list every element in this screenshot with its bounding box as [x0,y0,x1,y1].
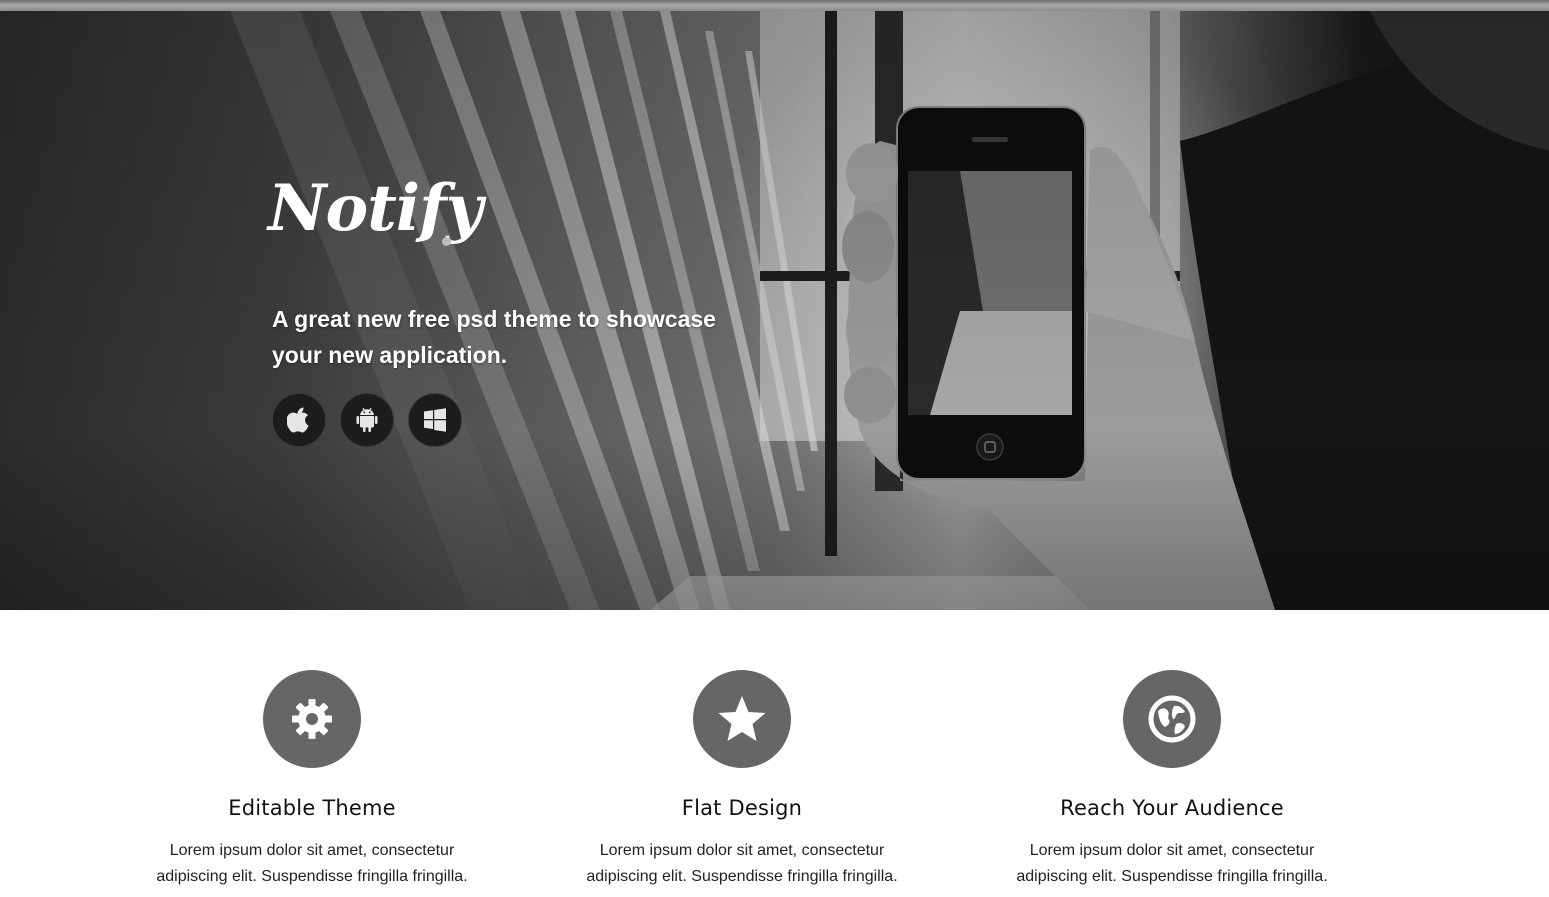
feature-flat-design: Flat Design Lorem ipsum dolor sit amet, … [562,610,922,890]
tagline-line-1: A great new free psd theme to showcase [272,306,716,332]
feature-description: Lorem ipsum dolor sit amet, consectetur … [586,842,898,885]
globe-icon [1148,695,1196,743]
hero-tagline: A great new free psd theme to showcase y… [272,301,772,373]
brand-logo[interactable]: Notify [268,177,483,241]
feature-description: Lorem ipsum dolor sit amet, consectetur … [1016,842,1328,885]
feature-icon-circle [263,670,361,768]
feature-editable-theme: Editable Theme Lorem ipsum dolor sit ame… [132,610,492,890]
windows-icon [424,408,446,432]
hero-section: Notify A great new free psd theme to sho… [0,11,1549,610]
logo-dot [442,237,451,246]
features-section: Editable Theme Lorem ipsum dolor sit ame… [0,610,1549,897]
app-store-buttons [272,393,462,447]
hero-background-photo [0,11,1549,610]
star-icon [718,696,766,741]
feature-icon-circle [693,670,791,768]
feature-title: Reach Your Audience [1060,796,1284,820]
apple-icon [287,407,309,433]
android-icon [356,407,378,432]
top-bar [0,0,1549,11]
feature-title: Editable Theme [228,796,396,820]
tagline-line-2: your new application. [272,342,508,368]
gear-icon [292,699,332,739]
feature-description: Lorem ipsum dolor sit amet, consectetur … [156,842,468,885]
apple-store-button[interactable] [272,393,326,447]
feature-icon-circle [1123,670,1221,768]
windows-store-button[interactable] [408,393,462,447]
android-store-button[interactable] [340,393,394,447]
feature-title: Flat Design [681,796,803,820]
feature-reach-audience: Reach Your Audience Lorem ipsum dolor si… [992,610,1352,890]
